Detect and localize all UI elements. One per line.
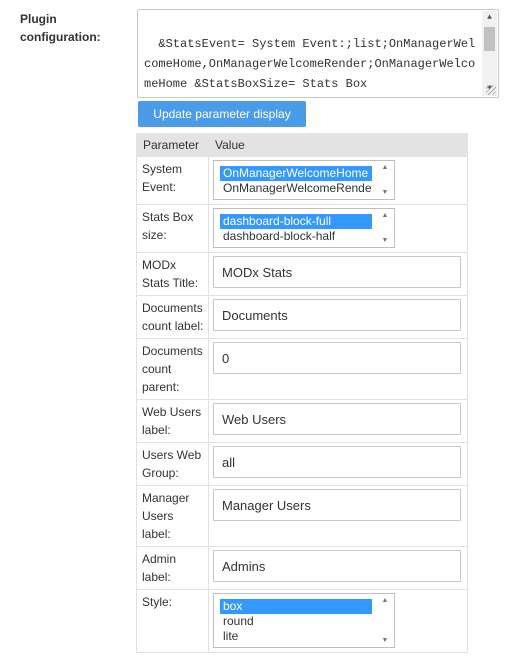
- parameter-input[interactable]: [213, 299, 461, 331]
- parameter-name: Style:: [136, 589, 209, 653]
- table-row: Admin label:: [136, 546, 468, 590]
- header-value: Value: [208, 133, 468, 157]
- parameter-name: Users Web Group:: [136, 442, 209, 486]
- plugin-configuration-textarea[interactable]: &StatsEvent= System Event:;list;OnManage…: [137, 9, 499, 98]
- update-parameter-display-button[interactable]: Update parameter display: [138, 101, 306, 127]
- parameter-listbox[interactable]: dashboard-block-full dashboard-block-half…: [213, 208, 395, 248]
- listbox-option[interactable]: OnManagerWelcomeRender: [220, 181, 372, 196]
- parameter-name: Documents count parent:: [136, 338, 209, 400]
- listbox-option[interactable]: dashboard-block-half: [220, 229, 372, 244]
- chevron-down-icon[interactable]: ▼: [377, 637, 393, 644]
- listbox-option[interactable]: dashboard-block-full: [220, 214, 372, 229]
- chevron-up-icon[interactable]: ▲: [482, 11, 497, 25]
- parameter-input[interactable]: [213, 403, 461, 435]
- parameter-input[interactable]: [213, 256, 461, 288]
- header-parameter: Parameter: [136, 133, 209, 157]
- parameter-value-cell: [208, 338, 468, 400]
- parameter-value-cell: OnManagerWelcomeHome OnManagerWelcomeRend…: [208, 156, 468, 205]
- chevron-up-icon[interactable]: ▲: [377, 164, 393, 171]
- parameter-value-cell: box round lite ▲ ▼: [208, 589, 468, 653]
- parameter-listbox[interactable]: OnManagerWelcomeHome OnManagerWelcomeRend…: [213, 160, 395, 200]
- table-row: MODx Stats Title:: [136, 252, 468, 296]
- parameter-name: Documents count label:: [136, 295, 209, 339]
- chevron-up-icon[interactable]: ▲: [377, 597, 393, 604]
- listbox-scrollbar[interactable]: ▲ ▼: [377, 162, 393, 198]
- parameter-name: Admin label:: [136, 546, 209, 590]
- table-row: Style: box round lite ▲ ▼: [136, 589, 468, 653]
- parameter-name: Stats Box size:: [136, 204, 209, 253]
- parameter-value-cell: dashboard-block-full dashboard-block-half…: [208, 204, 468, 253]
- parameter-name: Web Users label:: [136, 399, 209, 443]
- chevron-up-icon[interactable]: ▲: [377, 212, 393, 219]
- parameter-input[interactable]: [213, 342, 461, 374]
- parameter-input[interactable]: [213, 550, 461, 582]
- parameter-table-header: Parameter Value: [136, 133, 468, 157]
- plugin-configuration-label: Plugin configuration:: [20, 12, 101, 44]
- chevron-down-icon[interactable]: ▼: [377, 189, 393, 196]
- parameter-name: MODx Stats Title:: [136, 252, 209, 296]
- listbox-scrollbar[interactable]: ▲ ▼: [377, 595, 393, 646]
- parameter-value-cell: [208, 252, 468, 296]
- scrollbar-thumb[interactable]: [484, 27, 495, 51]
- listbox-option[interactable]: OnManagerWelcomeHome: [220, 166, 372, 181]
- table-row: Documents count label:: [136, 295, 468, 339]
- listbox-option[interactable]: lite: [220, 629, 372, 644]
- parameter-input[interactable]: [213, 446, 461, 478]
- parameter-table: Parameter Value System Event: OnManagerWe…: [136, 133, 468, 653]
- parameter-value-cell: [208, 442, 468, 486]
- plugin-configuration-text: &StatsEvent= System Event:;list;OnManage…: [144, 37, 476, 91]
- listbox-option[interactable]: box: [220, 599, 372, 614]
- textarea-scrollbar[interactable]: ▲ ▼: [482, 11, 497, 96]
- parameter-value-cell: [208, 546, 468, 590]
- resize-grip-icon[interactable]: [486, 85, 496, 95]
- table-row: Documents count parent:: [136, 338, 468, 400]
- parameter-value-cell: [208, 295, 468, 339]
- listbox-scrollbar[interactable]: ▲ ▼: [377, 210, 393, 246]
- table-row: System Event: OnManagerWelcomeHome OnManag…: [136, 156, 468, 205]
- parameter-value-cell: [208, 399, 468, 443]
- parameter-input[interactable]: [213, 489, 461, 521]
- chevron-down-icon[interactable]: ▼: [377, 237, 393, 244]
- table-row: Manager Users label:: [136, 485, 468, 547]
- table-row: Stats Box size: dashboard-block-full dashb…: [136, 204, 468, 253]
- parameter-value-cell: [208, 485, 468, 547]
- parameter-listbox[interactable]: box round lite ▲ ▼: [213, 593, 395, 648]
- listbox-option[interactable]: round: [220, 614, 372, 629]
- table-row: Users Web Group:: [136, 442, 468, 486]
- parameter-name: Manager Users label:: [136, 485, 209, 547]
- parameter-name: System Event:: [136, 156, 209, 205]
- table-row: Web Users label:: [136, 399, 468, 443]
